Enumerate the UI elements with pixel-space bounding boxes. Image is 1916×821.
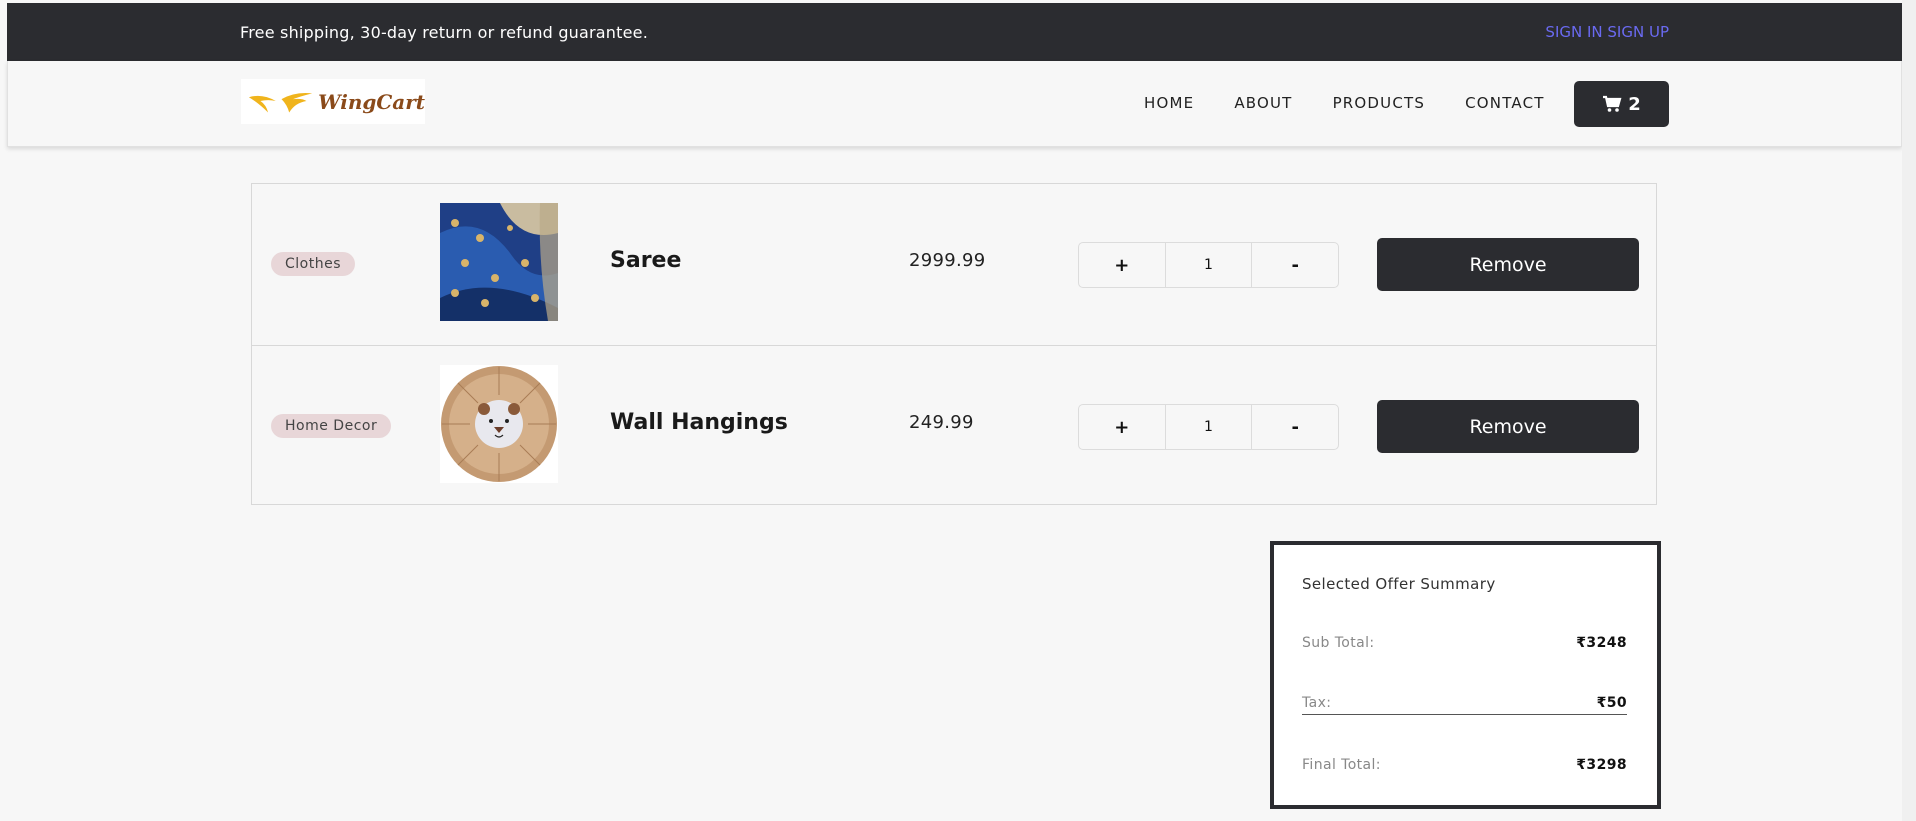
product-name: Wall Hangings xyxy=(610,410,788,435)
remove-button[interactable]: Remove xyxy=(1377,400,1639,453)
quantity-stepper: + 1 - xyxy=(1078,404,1339,450)
quantity-value: 1 xyxy=(1164,243,1252,287)
nav-contact-link[interactable]: CONTACT xyxy=(1465,94,1545,112)
product-price: 249.99 xyxy=(909,412,974,433)
quantity-stepper: + 1 - xyxy=(1078,242,1339,288)
nav-products-link[interactable]: PRODUCTS xyxy=(1333,94,1426,112)
cart-row: Home Decor Wall Hangings 249.99 + 1 - Re… xyxy=(252,345,1656,505)
product-price: 2999.99 xyxy=(909,250,986,271)
increase-quantity-button[interactable]: + xyxy=(1079,405,1165,449)
top-announcement-bar: Free shipping, 30-day return or refund g… xyxy=(7,3,1902,61)
sign-in-link[interactable]: SIGN IN xyxy=(1545,23,1602,41)
tax-label: Tax: xyxy=(1302,695,1332,711)
product-name: Saree xyxy=(610,248,682,273)
category-badge: Clothes xyxy=(271,252,355,276)
order-summary-card: Selected Offer Summary Sub Total: ₹3248 … xyxy=(1270,541,1661,809)
brand-logo[interactable]: WingCart xyxy=(241,79,425,124)
saree-image xyxy=(440,203,558,321)
tax-value: ₹50 xyxy=(1596,695,1627,711)
page-scrollbar[interactable] xyxy=(1902,0,1916,821)
nav-about-link[interactable]: ABOUT xyxy=(1234,94,1292,112)
subtotal-value: ₹3248 xyxy=(1576,635,1627,651)
subtotal-label: Sub Total: xyxy=(1302,635,1375,651)
auth-links: SIGN IN SIGN UP xyxy=(1545,23,1669,41)
summary-title: Selected Offer Summary xyxy=(1302,575,1496,593)
quantity-value: 1 xyxy=(1164,405,1252,449)
cart-button[interactable]: 2 xyxy=(1574,81,1669,127)
tax-row: Tax: ₹50 xyxy=(1302,695,1627,715)
main-navbar: WingCart HOME ABOUT PRODUCTS CONTACT 2 xyxy=(7,61,1902,147)
wing-logo-icon xyxy=(248,92,313,113)
increase-quantity-button[interactable]: + xyxy=(1079,243,1165,287)
nav-home-link[interactable]: HOME xyxy=(1144,94,1194,112)
final-total-row: Final Total: ₹3298 xyxy=(1302,757,1627,773)
cart-row: Clothes Saree 2999.99 + 1 - Remove xyxy=(252,184,1656,344)
cart-count: 2 xyxy=(1628,93,1641,115)
category-badge: Home Decor xyxy=(271,414,392,438)
logo-text: WingCart xyxy=(318,89,425,114)
nav-links: HOME ABOUT PRODUCTS CONTACT xyxy=(1144,94,1585,112)
decrease-quantity-button[interactable]: - xyxy=(1251,243,1338,287)
sign-up-link[interactable]: SIGN UP xyxy=(1607,23,1669,41)
product-image-wall-hanging xyxy=(440,365,558,483)
scrollbar-thumb[interactable] xyxy=(1905,4,1913,524)
cart-table: Clothes Saree 2999.99 + 1 - Remove Home … xyxy=(251,183,1657,505)
lion-wall-hanging-image xyxy=(440,365,558,483)
subtotal-row: Sub Total: ₹3248 xyxy=(1302,635,1627,651)
final-total-label: Final Total: xyxy=(1302,757,1381,773)
shopping-cart-icon xyxy=(1603,95,1622,112)
product-image-saree xyxy=(440,203,558,321)
final-total-value: ₹3298 xyxy=(1576,757,1627,773)
decrease-quantity-button[interactable]: - xyxy=(1251,405,1338,449)
remove-button[interactable]: Remove xyxy=(1377,238,1639,291)
promo-text: Free shipping, 30-day return or refund g… xyxy=(240,23,648,42)
